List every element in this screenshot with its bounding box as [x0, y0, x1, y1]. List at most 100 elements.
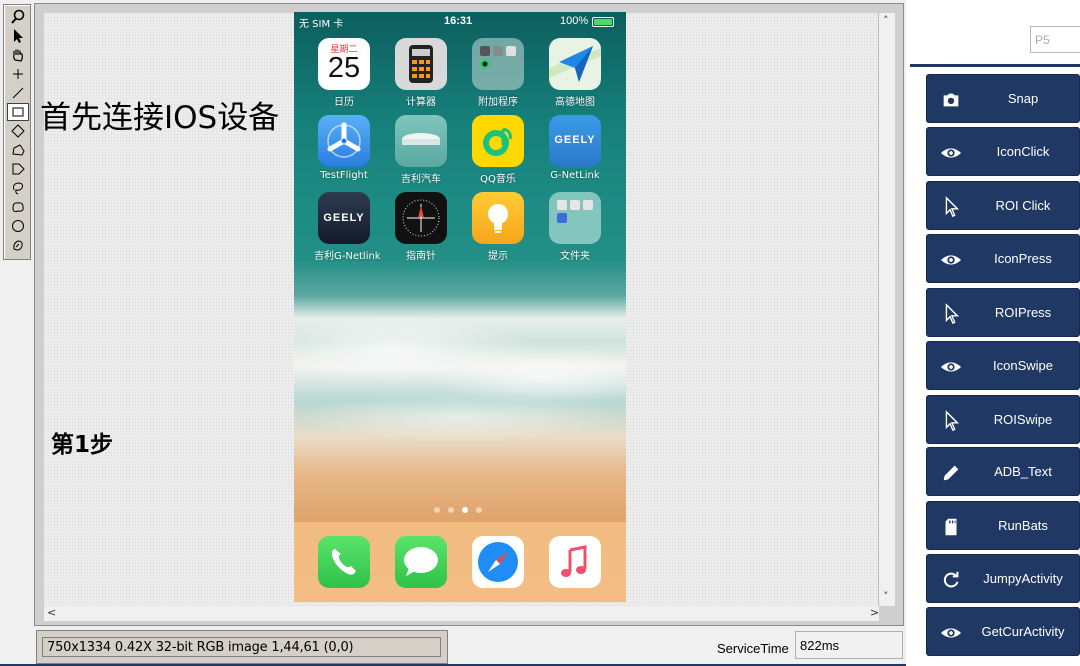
- app-compass[interactable]: 指南针: [391, 192, 451, 262]
- dock-messages[interactable]: [391, 536, 451, 588]
- app-label: 高德地图: [555, 97, 595, 108]
- music-icon: [549, 536, 601, 588]
- geely-netlink-icon: GEELY: [549, 115, 601, 167]
- snap-button[interactable]: Snap: [926, 74, 1080, 123]
- app-calculator[interactable]: 计算器: [391, 38, 451, 108]
- app-geely-g-netlink[interactable]: GEELY 吉利G-Netlink: [314, 192, 381, 262]
- vertical-scrollbar[interactable]: ˄ ˅: [879, 13, 895, 606]
- app-label: 文件夹: [560, 251, 590, 262]
- sd-card-icon: [939, 515, 963, 539]
- eye-icon: [939, 248, 963, 272]
- icon-click-button[interactable]: IconClick: [926, 127, 1080, 176]
- dock-phone[interactable]: [314, 536, 374, 588]
- canvas-note-title: 首先连接IOS设备: [40, 100, 280, 136]
- crosshair-tool-icon[interactable]: [7, 65, 29, 83]
- service-time-label: ServiceTime: [717, 641, 789, 656]
- messages-icon: [395, 536, 447, 588]
- icon-swipe-button[interactable]: IconSwipe: [926, 341, 1080, 390]
- fill-tool-icon[interactable]: [7, 236, 29, 254]
- ios-dock: [294, 522, 626, 602]
- command-panel: P5 Snap IconClick ROI Click IconPress RO…: [906, 0, 1080, 666]
- wallpaper-foam: [294, 282, 626, 452]
- cursor-icon: [939, 195, 963, 219]
- app-files-folder[interactable]: 文件夹: [545, 192, 605, 262]
- scroll-down-icon[interactable]: ˅: [883, 591, 889, 603]
- get-cur-activity-button[interactable]: GetCurActivity: [926, 607, 1080, 656]
- camera-icon: [939, 88, 963, 112]
- app-g-netlink[interactable]: GEELY G-NetLink: [545, 115, 605, 181]
- diamond-tool-icon[interactable]: [7, 122, 29, 140]
- app-qq-music[interactable]: QQ音乐: [468, 115, 528, 185]
- testflight-icon: [318, 115, 370, 167]
- geely-car-icon: [395, 115, 447, 167]
- app-label: QQ音乐: [480, 174, 516, 185]
- ellipse-tool-icon[interactable]: [7, 217, 29, 235]
- compass-icon: [395, 192, 447, 244]
- app-tips[interactable]: 提示: [468, 192, 528, 262]
- hand-tool-icon[interactable]: [7, 46, 29, 64]
- app-window: ˄ ˅ < > 首先连接IOS设备 第1步 无 SIM 卡 16:31 100%…: [0, 0, 1080, 666]
- refresh-icon: [939, 568, 963, 592]
- cursor-icon: [939, 302, 963, 326]
- app-testflight[interactable]: TestFlight: [314, 115, 374, 181]
- image-info-text: 750x1334 0.42X 32-bit RGB image 1,44,61 …: [42, 637, 441, 657]
- ios-status-bar: 无 SIM 卡 16:31 100%: [294, 12, 626, 32]
- eye-icon: [939, 621, 963, 645]
- eye-icon: [939, 141, 963, 165]
- app-calendar[interactable]: 星期二 25 日历: [314, 38, 374, 108]
- polygon-tool-icon[interactable]: [7, 141, 29, 159]
- dock-safari[interactable]: [468, 536, 528, 588]
- app-label: 提示: [488, 251, 508, 262]
- scroll-left-icon[interactable]: <: [47, 607, 56, 619]
- phone-screenshot[interactable]: 无 SIM 卡 16:31 100% 星期二 25 日历 计算器 附加程序 高德…: [294, 12, 626, 602]
- roi-press-button[interactable]: ROIPress: [926, 288, 1080, 337]
- zoom-tool-icon[interactable]: [7, 8, 29, 26]
- p-value-input[interactable]: P5: [1030, 26, 1080, 53]
- page-indicator: [434, 507, 486, 513]
- battery-icon: [592, 17, 614, 27]
- horizontal-scrollbar[interactable]: < >: [44, 606, 879, 621]
- run-bats-button[interactable]: RunBats: [926, 501, 1080, 550]
- cursor-icon: [939, 409, 963, 433]
- scroll-right-icon[interactable]: >: [870, 607, 879, 619]
- lasso-tool-icon[interactable]: [7, 179, 29, 197]
- freeform-tool-icon[interactable]: [7, 198, 29, 216]
- calculator-icon: [395, 38, 447, 90]
- app-geely-car[interactable]: 吉利汽车: [391, 115, 451, 185]
- battery-percent: 100%: [560, 15, 589, 27]
- geely-logo-text: GEELY: [554, 134, 596, 146]
- carrier-text: 无 SIM 卡: [299, 19, 344, 30]
- panel-divider: [910, 64, 1080, 67]
- adb-text-button[interactable]: ADB_Text: [926, 447, 1080, 496]
- dock-music[interactable]: [545, 536, 605, 588]
- scroll-up-icon[interactable]: ˄: [883, 15, 889, 27]
- calendar-day-number: 25: [327, 52, 361, 84]
- app-label: 日历: [334, 97, 354, 108]
- app-amap[interactable]: 高德地图: [545, 38, 605, 108]
- jumpy-activity-button[interactable]: JumpyActivity: [926, 554, 1080, 603]
- tag-tool-icon[interactable]: [7, 160, 29, 178]
- icon-press-button[interactable]: IconPress: [926, 234, 1080, 283]
- status-time: 16:31: [444, 15, 473, 27]
- folder-icon: [549, 192, 601, 244]
- calendar-icon: 星期二 25: [318, 38, 370, 90]
- app-label: TestFlight: [320, 170, 368, 181]
- roi-swipe-button[interactable]: ROISwipe: [926, 395, 1080, 444]
- safari-icon: [472, 536, 524, 588]
- arrow-tool-icon[interactable]: [7, 27, 29, 45]
- roi-click-button[interactable]: ROI Click: [926, 181, 1080, 230]
- phone-icon: [318, 536, 370, 588]
- line-tool-icon[interactable]: [7, 84, 29, 102]
- app-label: 计算器: [406, 97, 436, 108]
- eye-icon: [939, 355, 963, 379]
- canvas-note-step: 第1步: [51, 432, 114, 458]
- app-label: 吉利G-Netlink: [314, 251, 381, 262]
- qq-music-icon: [472, 115, 524, 167]
- app-label: 指南针: [406, 251, 436, 262]
- app-extras-folder[interactable]: 附加程序: [468, 38, 528, 108]
- app-label: 附加程序: [478, 97, 518, 108]
- pencil-icon: [939, 461, 963, 485]
- toolbox: [3, 4, 31, 260]
- folder-icon: [472, 38, 524, 90]
- rectangle-tool-icon[interactable]: [7, 103, 29, 121]
